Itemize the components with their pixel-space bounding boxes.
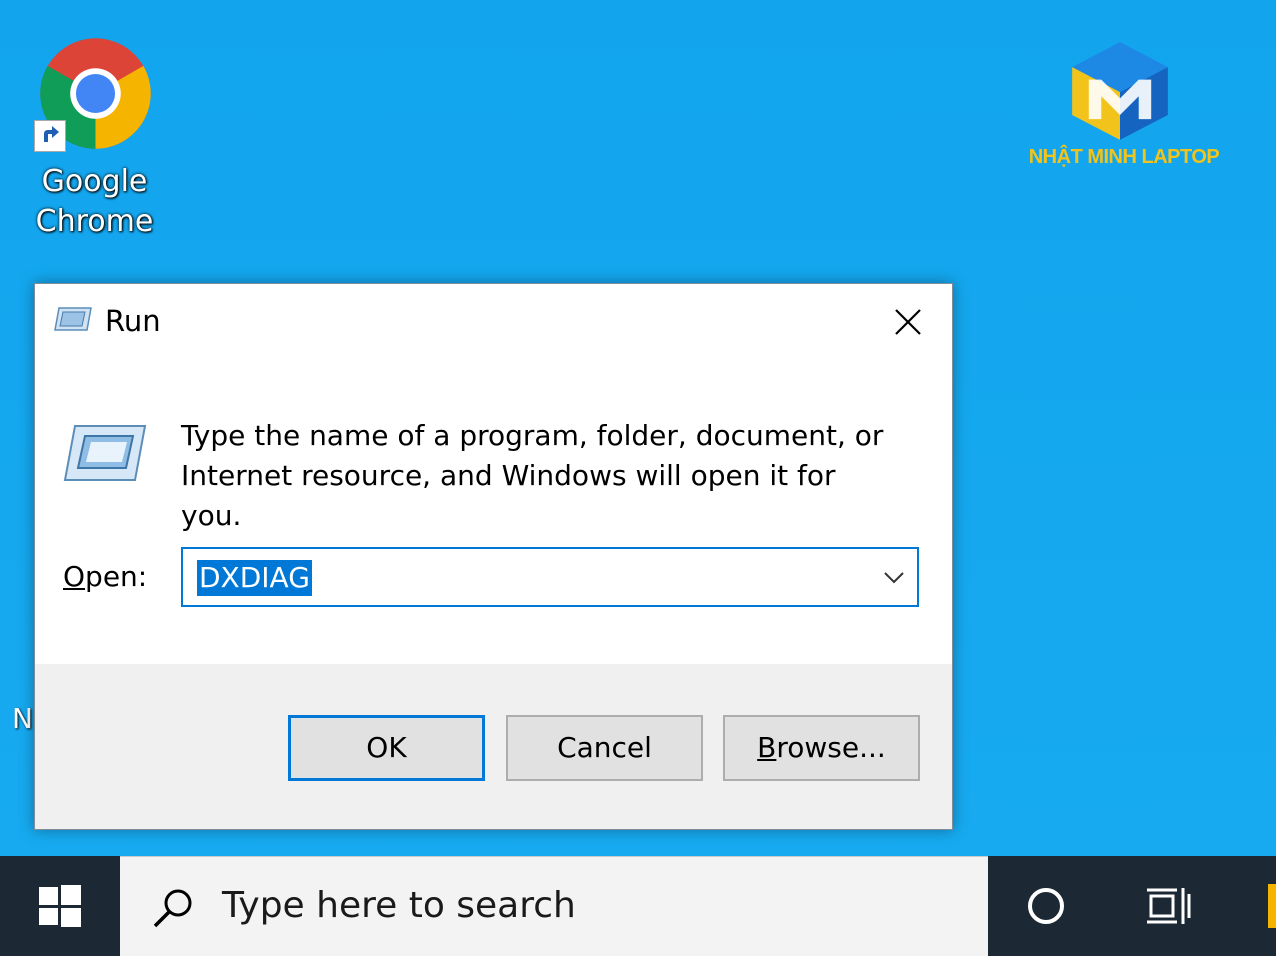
cortana-button[interactable] — [1020, 880, 1072, 932]
dropdown-button[interactable] — [879, 563, 909, 593]
run-large-icon — [63, 425, 147, 481]
start-button[interactable] — [0, 856, 120, 956]
windows-logo-icon — [39, 885, 81, 927]
open-label: Open: — [63, 560, 148, 593]
desktop-icon-label: Google Chrome — [35, 164, 154, 239]
nhat-minh-logo-icon — [1072, 42, 1168, 140]
search-icon — [153, 889, 192, 928]
brand-name: NHẬT MINH LAPTOP — [1028, 146, 1220, 168]
brand-watermark: NHẬT MINH LAPTOP — [1024, 38, 1224, 178]
search-placeholder: Type here to search — [222, 885, 576, 926]
dialog-title: Run — [105, 304, 161, 338]
dialog-content: Type the name of a program, folder, docu… — [35, 360, 952, 664]
taskbar-app-icon-partial[interactable] — [1268, 884, 1276, 928]
cortana-circle-icon — [1028, 888, 1064, 924]
open-input-value[interactable]: DXDIAG — [197, 560, 312, 596]
task-view-button[interactable] — [1140, 880, 1196, 932]
close-button[interactable] — [873, 294, 943, 350]
taskbar: Type here to search — [0, 856, 1276, 956]
task-view-icon — [1147, 888, 1191, 924]
run-dialog: Run Type the name of a program, folder, … — [34, 283, 953, 830]
dialog-titlebar[interactable]: Run — [35, 284, 952, 360]
desktop-icon-google-chrome[interactable]: Google Chrome — [22, 30, 167, 245]
run-app-icon — [54, 307, 92, 331]
dialog-button-bar: OK Cancel Browse... — [35, 664, 952, 829]
cancel-button[interactable]: Cancel — [506, 715, 703, 781]
open-combobox[interactable]: DXDIAG — [181, 547, 919, 607]
ok-button[interactable]: OK — [288, 715, 485, 781]
shortcut-arrow-icon — [34, 120, 66, 152]
taskbar-search-box[interactable]: Type here to search — [120, 856, 988, 956]
dialog-description: Type the name of a program, folder, docu… — [181, 419, 884, 532]
partial-desktop-label: N — [12, 702, 33, 735]
chevron-down-icon — [884, 572, 904, 584]
close-icon — [895, 309, 921, 335]
browse-button[interactable]: Browse... — [723, 715, 920, 781]
